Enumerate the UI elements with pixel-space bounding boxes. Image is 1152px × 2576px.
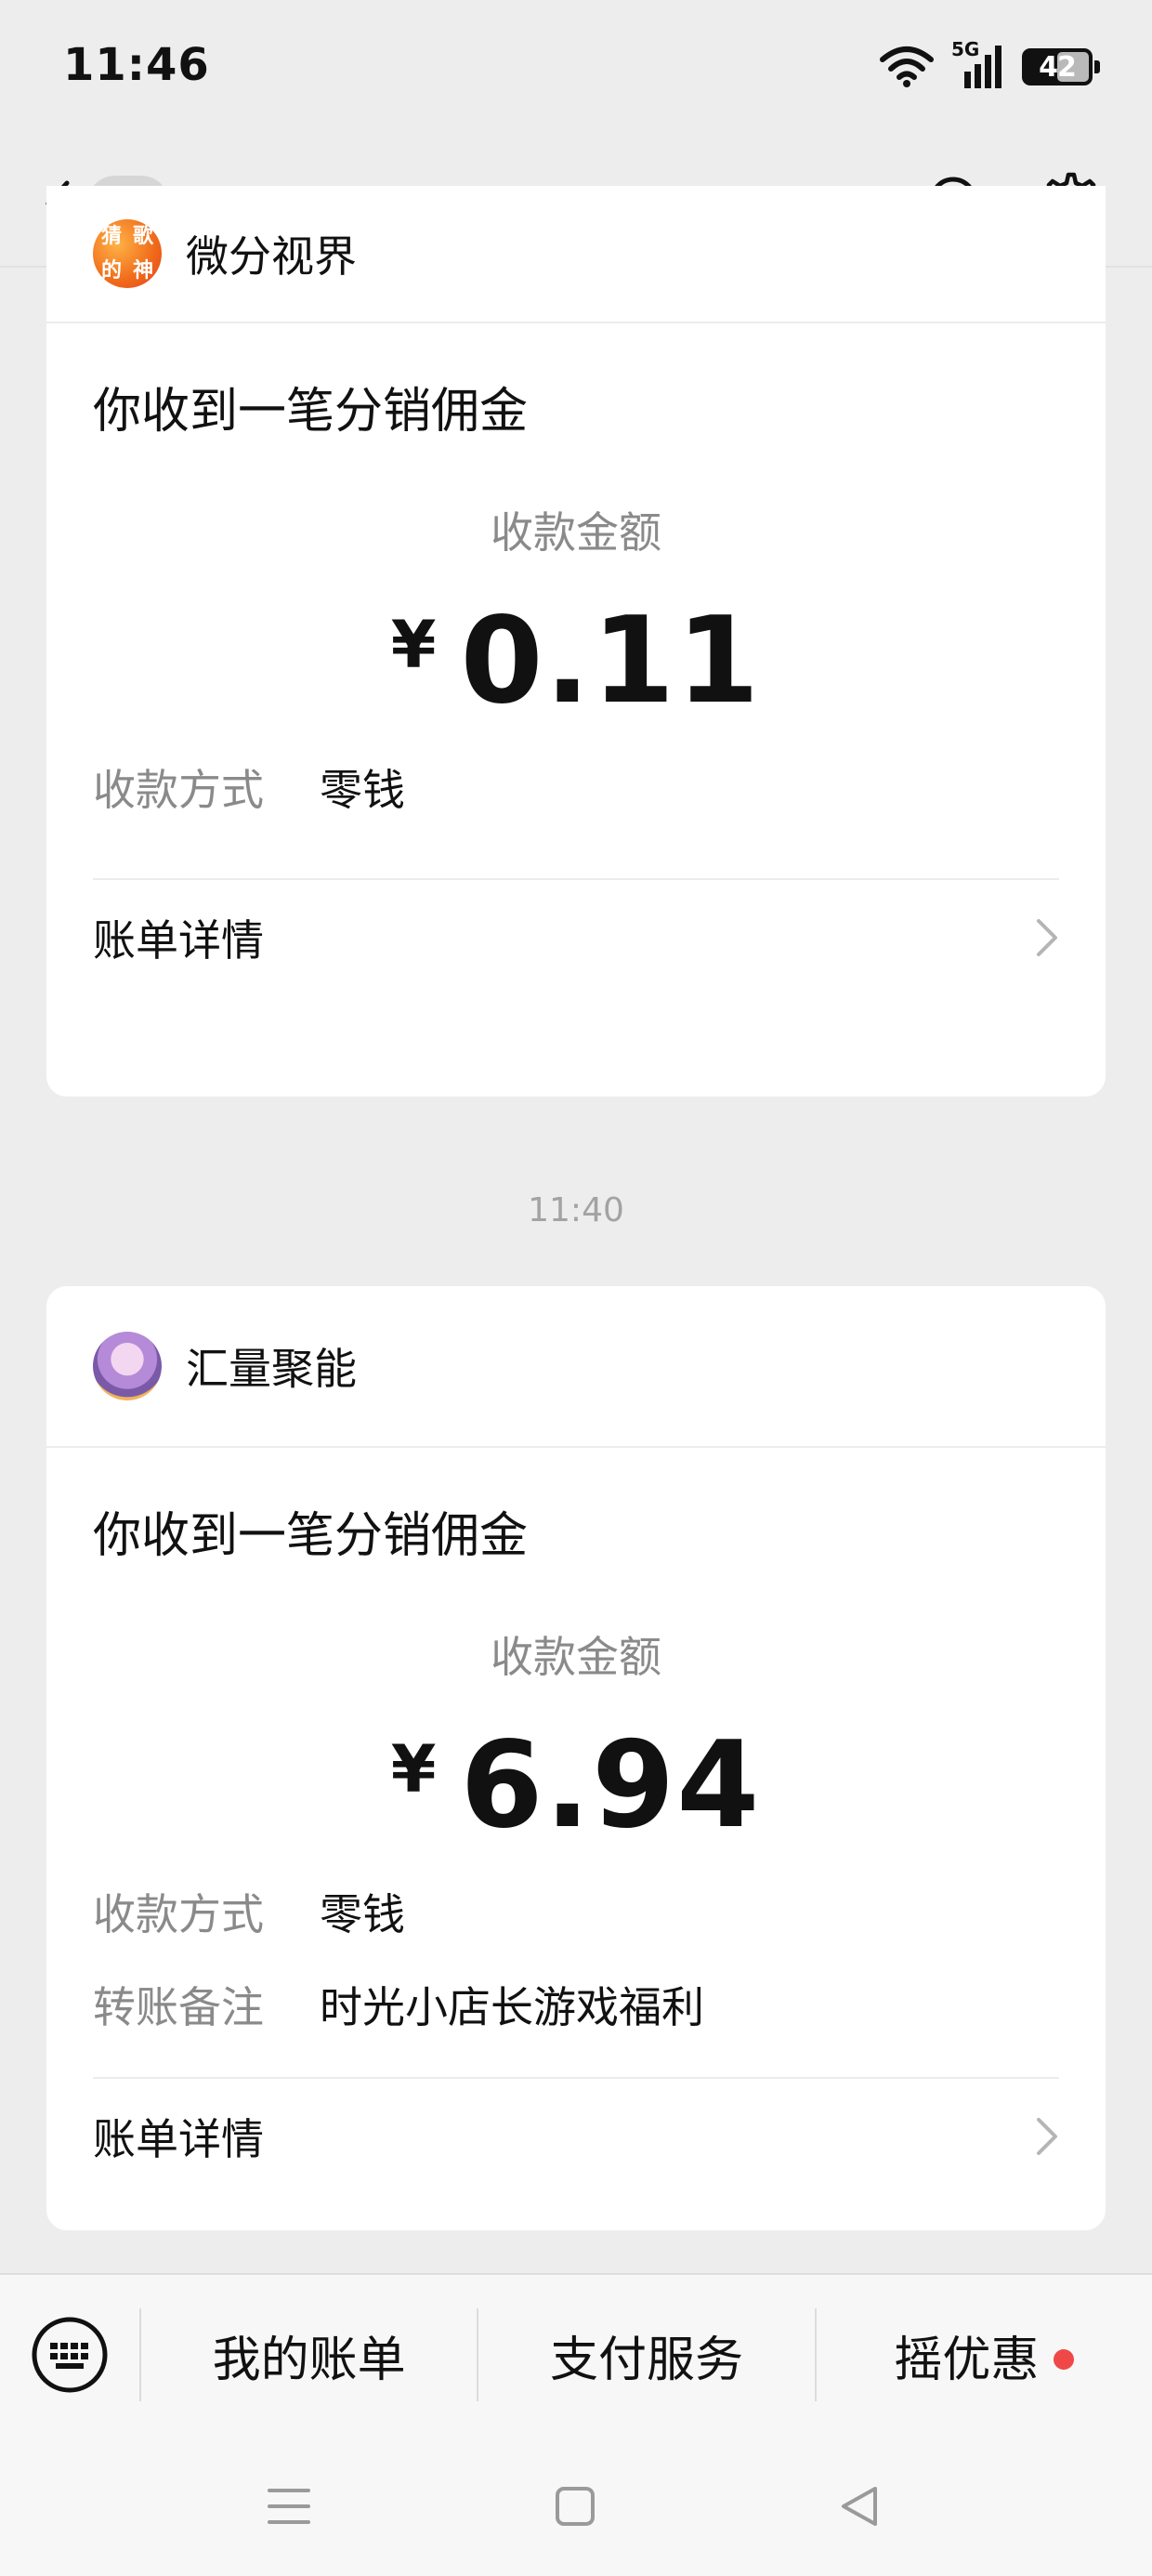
card-body: 你收到一笔分销佣金 收款金额 ¥ 6.94 收款方式 零钱 转账备注 时光小店长… <box>46 1448 1106 2194</box>
field-value: 零钱 <box>320 1889 405 1939</box>
card-body: 你收到一笔分销佣金 收款金额 ¥ 0.11 收款方式 零钱 账单详情 <box>46 323 1106 995</box>
merchant-avatar <box>93 1332 162 1400</box>
amount-value: 6.94 <box>460 1716 762 1855</box>
merchant-name: 微分视界 <box>186 231 357 282</box>
field-key: 转账备注 <box>93 1982 264 2032</box>
amount: ¥ 6.94 <box>93 1716 1059 1865</box>
keyboard-icon <box>32 2317 108 2393</box>
menu-item-payment-services[interactable]: 支付服务 <box>478 2320 814 2390</box>
card-header[interactable]: 猜歌 的神 微分视界 <box>46 186 1106 323</box>
bill-details-label: 账单详情 <box>93 915 264 966</box>
bill-details-link[interactable]: 账单详情 <box>93 878 1059 995</box>
notification-title: 你收到一笔分销佣金 <box>93 384 529 440</box>
keyboard-toggle-button[interactable] <box>0 2274 139 2436</box>
merchant-name: 汇量聚能 <box>186 1344 357 1394</box>
battery-icon: 42 <box>1022 48 1100 85</box>
home-button[interactable] <box>543 2474 608 2539</box>
card-header[interactable]: 汇量聚能 <box>46 1286 1106 1448</box>
currency-symbol: ¥ <box>390 1731 437 1807</box>
payment-notification-card: 猜歌 的神 微分视界 你收到一笔分销佣金 收款金额 ¥ 0.11 收款方式 零钱… <box>46 186 1106 1097</box>
notification-dot <box>1054 2348 1075 2370</box>
field-key: 收款方式 <box>93 765 264 815</box>
chevron-right-icon <box>1037 919 1057 956</box>
back-triangle-icon <box>842 2487 877 2526</box>
system-back-button[interactable] <box>827 2474 892 2539</box>
notification-title: 你收到一笔分销佣金 <box>93 1508 529 1564</box>
wifi-icon <box>879 45 935 89</box>
bill-details-link[interactable]: 账单详情 <box>93 2077 1059 2194</box>
menu-item-label: 摇优惠 <box>894 2332 1040 2388</box>
field-row: 转账备注 时光小店长游戏福利 <box>93 1958 1059 2051</box>
message-timestamp: 11:40 <box>528 1191 624 1229</box>
home-square-icon <box>556 2487 595 2526</box>
service-menu-bar: 我的账单 支付服务 摇优惠 <box>0 2273 1152 2435</box>
menu-item-my-bills[interactable]: 我的账单 <box>141 2320 477 2390</box>
field-value: 零钱 <box>320 765 405 815</box>
amount-value: 0.11 <box>460 592 762 730</box>
amount-label: 收款金额 <box>491 507 661 558</box>
field-row: 收款方式 零钱 <box>93 1865 1059 1958</box>
payment-notification-card: 汇量聚能 你收到一笔分销佣金 收款金额 ¥ 6.94 收款方式 零钱 转账备注 … <box>46 1286 1106 2230</box>
field-row: 收款方式 零钱 <box>93 741 1059 834</box>
currency-symbol: ¥ <box>390 607 437 683</box>
menu-item-shake-offers[interactable]: 摇优惠 <box>817 2320 1152 2390</box>
amount: ¥ 0.11 <box>93 592 1059 741</box>
field-value: 时光小店长游戏福利 <box>320 1982 704 2032</box>
status-icons: 5G 42 <box>879 38 1100 93</box>
status-time: 11:46 <box>63 39 210 91</box>
chevron-right-icon <box>1037 2118 1057 2155</box>
wechat-pay-chat-page: 11:46 5G 42 猜 歌 的 神 微分视界 你收到一笔分销佣金 收款金额 … <box>0 0 1152 2576</box>
field-key: 收款方式 <box>93 1889 264 1939</box>
menu-lines-icon <box>268 2489 310 2524</box>
network-type-label: 5G <box>951 38 980 60</box>
amount-label: 收款金额 <box>491 1632 661 1682</box>
battery-level: 42 <box>1039 50 1077 84</box>
cellular-signal-icon: 5G <box>951 38 1005 90</box>
merchant-avatar: 猜歌 的神 <box>93 219 162 288</box>
bill-details-label: 账单详情 <box>93 2114 264 2164</box>
status-bar: 11:46 5G 42 <box>0 0 1152 139</box>
system-navigation-bar <box>0 2435 1152 2576</box>
recent-apps-button[interactable] <box>256 2474 321 2539</box>
